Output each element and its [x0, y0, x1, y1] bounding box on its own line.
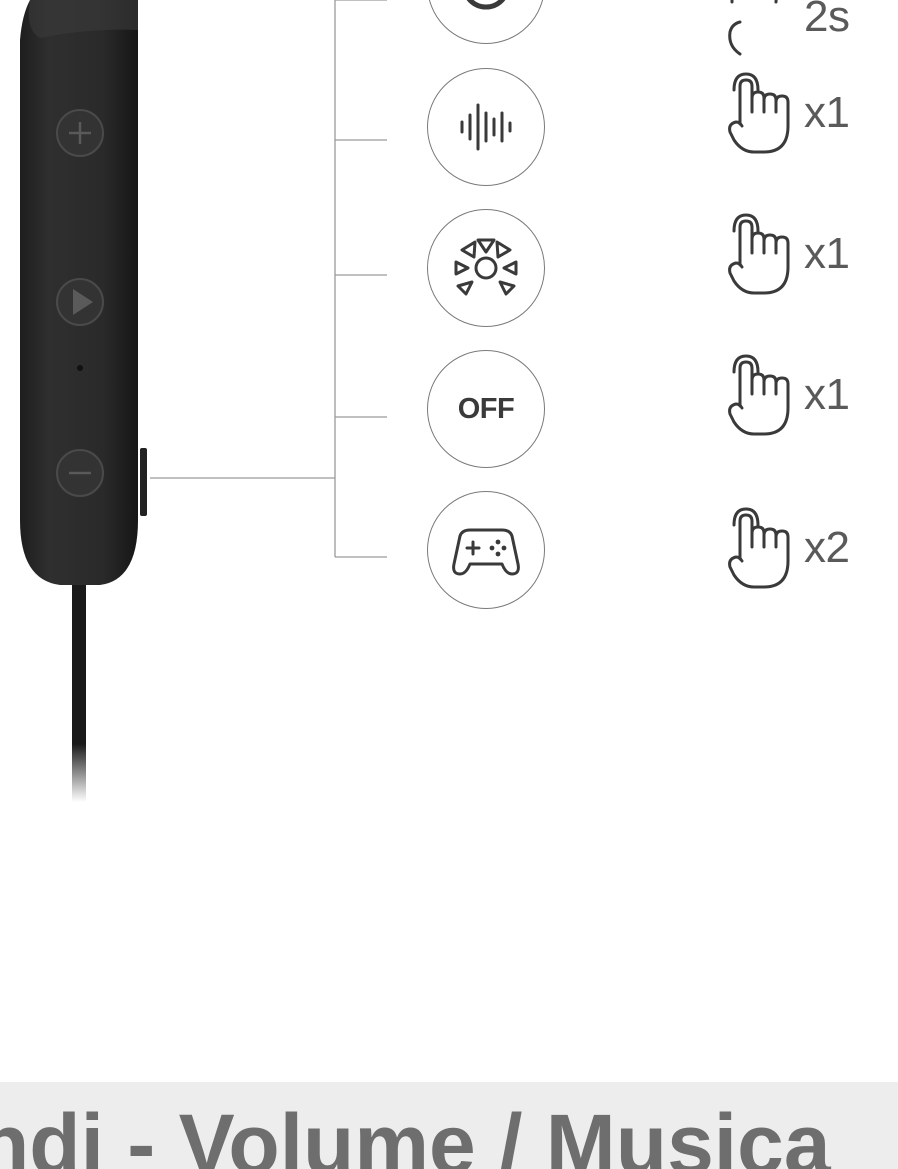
tap-row-off: x1: [726, 350, 850, 440]
sound-mode-circle: [427, 68, 545, 186]
tap-count: x1: [804, 88, 850, 137]
surround-mode-circle: [427, 209, 545, 327]
tap-row-surround: x1: [726, 209, 850, 299]
hand-tap-icon: [728, 213, 790, 295]
tap-row-game: x2: [726, 503, 850, 593]
hand-tap-icon: [728, 507, 790, 589]
footer-title: ndi - Volume / Musica: [0, 1097, 831, 1169]
hand-tap-icon: [728, 354, 790, 436]
off-mode-circle: OFF: [427, 350, 545, 468]
game-mode-circle: [427, 491, 545, 609]
sound-wave-icon: [460, 103, 512, 151]
hand-tap-icon: [728, 72, 790, 154]
connector-lines: [150, 0, 387, 558]
hand-tap-icon: [728, 0, 778, 56]
power-icon: [466, 0, 506, 10]
tap-count: 2s: [804, 0, 850, 41]
tap-row-power: 2s: [726, 0, 850, 62]
off-icon: OFF: [457, 392, 515, 425]
tap-count: x2: [804, 523, 850, 572]
surround-sound-icon: [454, 238, 518, 296]
tap-count: x1: [804, 370, 850, 419]
gamepad-icon: [452, 528, 520, 576]
tap-row-sound: x1: [726, 68, 850, 158]
instruction-graphic: OFF 2s x1 x1 x1 x2 ndi - Volume / Musica: [0, 0, 898, 1169]
tap-count: x1: [804, 229, 850, 278]
power-mode-circle: [427, 0, 545, 44]
footer-banner: ndi - Volume / Musica: [0, 1082, 898, 1169]
